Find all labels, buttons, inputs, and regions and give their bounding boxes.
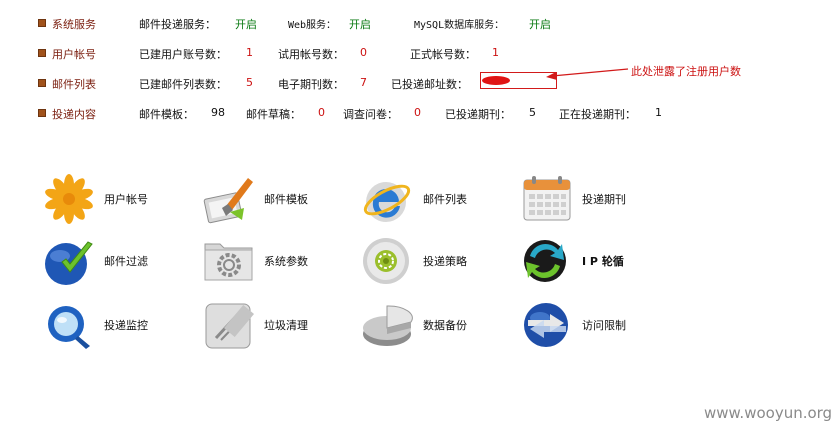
status-row-delivery: 投递内容 邮件模板： 98 邮件草稿： 0 调查问卷： 0 已投递期刊： 5 正… <box>0 104 839 124</box>
drafts-label: 邮件草稿： <box>246 108 301 121</box>
tile-delivery-strategy[interactable]: 投递策略 <box>361 234 521 292</box>
tile-label: I P 轮循 <box>582 255 624 268</box>
delivering-periodicals-label: 正在投递期刊： <box>559 108 636 121</box>
delivered-periodicals-value: 5 <box>529 106 536 119</box>
shredder-icon <box>205 303 255 349</box>
category-label[interactable]: 投递内容 <box>52 106 96 122</box>
tile-label: 邮件模板 <box>264 193 308 206</box>
pie-disk-icon <box>363 305 413 346</box>
surveys-label: 调查问卷： <box>343 108 398 121</box>
tile-system-params[interactable]: 系统参数 <box>202 234 362 292</box>
tile-label: 数据备份 <box>423 319 467 332</box>
watermark: www.wooyun.org <box>704 404 833 422</box>
magnifier-icon <box>48 306 90 349</box>
paint-brush-icon <box>203 178 253 224</box>
calendar-icon <box>523 176 571 221</box>
tile-label: 用户帐号 <box>104 193 148 206</box>
ie-globe-icon <box>363 182 411 222</box>
templates-value: 98 <box>211 106 225 119</box>
tile-access-limit[interactable]: 访问限制 <box>520 298 680 356</box>
tile-label: 投递策略 <box>423 255 467 268</box>
tile-data-backup[interactable]: 数据备份 <box>361 298 521 356</box>
tile-mail-templates[interactable]: 邮件模板 <box>202 172 362 230</box>
surveys-value: 0 <box>414 106 421 119</box>
tile-delivery-monitor[interactable]: 投递监控 <box>42 298 202 356</box>
tile-label: 访问限制 <box>582 319 626 332</box>
globe-arrows-icon <box>524 303 568 347</box>
drafts-value: 0 <box>318 106 325 119</box>
tile-label: 邮件列表 <box>423 193 467 206</box>
gear-folder-icon <box>204 243 253 281</box>
tile-label: 投递期刊 <box>582 193 626 206</box>
tile-label: 投递监控 <box>104 319 148 332</box>
flower-icon <box>45 174 93 224</box>
tile-label: 系统参数 <box>264 255 308 268</box>
globe-check-icon <box>45 241 93 285</box>
tile-user-accounts[interactable]: 用户帐号 <box>42 172 202 230</box>
tile-periodicals[interactable]: 投递期刊 <box>520 172 680 230</box>
tile-ip-rotation[interactable]: I P 轮循 <box>520 234 680 292</box>
delivered-periodicals-label: 已投递期刊： <box>445 108 511 121</box>
tile-label: 垃圾清理 <box>264 319 308 332</box>
disc-icon <box>363 238 409 284</box>
tile-label: 邮件过滤 <box>104 255 148 268</box>
tile-mail-filter[interactable]: 邮件过滤 <box>42 234 202 292</box>
bullet-icon <box>38 109 46 117</box>
delivering-periodicals-value: 1 <box>655 106 662 119</box>
tile-trash-cleanup[interactable]: 垃圾清理 <box>202 298 362 356</box>
templates-label: 邮件模板： <box>139 108 194 121</box>
annotation-text: 此处泄露了注册用户数 <box>631 65 741 78</box>
tile-mail-lists[interactable]: 邮件列表 <box>361 172 521 230</box>
sync-arrows-icon <box>524 240 566 282</box>
